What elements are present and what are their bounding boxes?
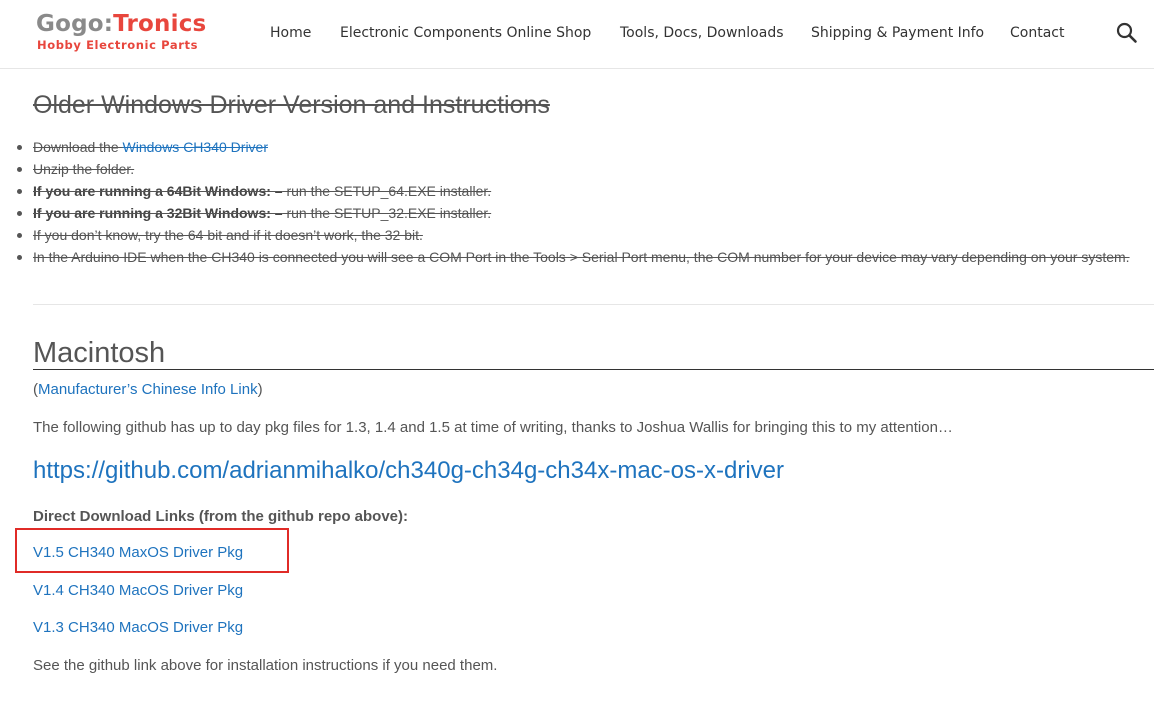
list-item: Unzip the folder. <box>17 158 1154 180</box>
step4-bold: If you are running a 32Bit Windows: – <box>33 205 283 221</box>
logo-part2: Tronics <box>113 11 207 37</box>
mac-intro-text: The following github has up to day pkg f… <box>33 419 953 436</box>
logo-part1: Gogo: <box>36 11 114 37</box>
search-icon <box>1116 22 1137 43</box>
manufacturer-info-link[interactable]: Manufacturer’s Chinese Info Link <box>38 381 258 398</box>
download-v14-link[interactable]: V1.4 CH340 MacOS Driver Pkg <box>33 581 243 601</box>
step1-text: Download the <box>33 139 123 155</box>
manufacturer-info-line: (Manufacturer’s Chinese Info Link) <box>33 380 263 400</box>
nav-home[interactable]: Home <box>270 24 311 42</box>
step3-bold: If you are running a 64Bit Windows: – <box>33 183 283 199</box>
nav-shipping-payment[interactable]: Shipping & Payment Info <box>811 24 984 42</box>
github-repo-link[interactable]: https://github.com/adrianmihalko/ch340g-… <box>33 456 784 486</box>
list-item: In the Arduino IDE when the CH340 is con… <box>17 246 1154 268</box>
logo-title: Gogo:Tronics <box>36 10 206 38</box>
download-v13-link[interactable]: V1.3 CH340 MacOS Driver Pkg <box>33 618 243 638</box>
paren-close: ) <box>257 381 263 398</box>
old-windows-steps: Download the Windows CH340 Driver Unzip … <box>17 136 1154 268</box>
step4-text: run the SETUP_32.EXE installer. <box>282 205 492 221</box>
nav-tools-docs-downloads[interactable]: Tools, Docs, Downloads <box>620 24 784 42</box>
section-divider <box>33 304 1154 305</box>
list-item: If you are running a 32Bit Windows: – ru… <box>17 202 1154 224</box>
nav-online-shop[interactable]: Electronic Components Online Shop <box>340 24 591 42</box>
installation-note: See the github link above for installati… <box>33 657 498 674</box>
heading-underline <box>33 369 1154 370</box>
old-windows-heading: Older Windows Driver Version and Instruc… <box>33 91 550 119</box>
search-button[interactable] <box>1115 21 1139 45</box>
macintosh-heading: Macintosh <box>33 337 166 369</box>
site-header: Gogo:Tronics Hobby Electronic Parts Home… <box>0 0 1154 69</box>
logo-tagline: Hobby Electronic Parts <box>37 38 199 52</box>
nav-contact[interactable]: Contact <box>1010 24 1064 42</box>
step3-text: run the SETUP_64.EXE installer. <box>282 183 492 199</box>
list-item: If you don’t know, try the 64 bit and if… <box>17 224 1154 246</box>
site-logo[interactable]: Gogo:Tronics Hobby Electronic Parts <box>36 10 206 52</box>
highlight-annotation-box <box>15 528 289 573</box>
windows-driver-link[interactable]: Windows CH340 Driver <box>123 139 268 155</box>
list-item: If you are running a 64Bit Windows: – ru… <box>17 180 1154 202</box>
direct-download-heading: Direct Download Links (from the github r… <box>33 508 409 525</box>
list-item: Download the Windows CH340 Driver <box>17 136 1154 158</box>
